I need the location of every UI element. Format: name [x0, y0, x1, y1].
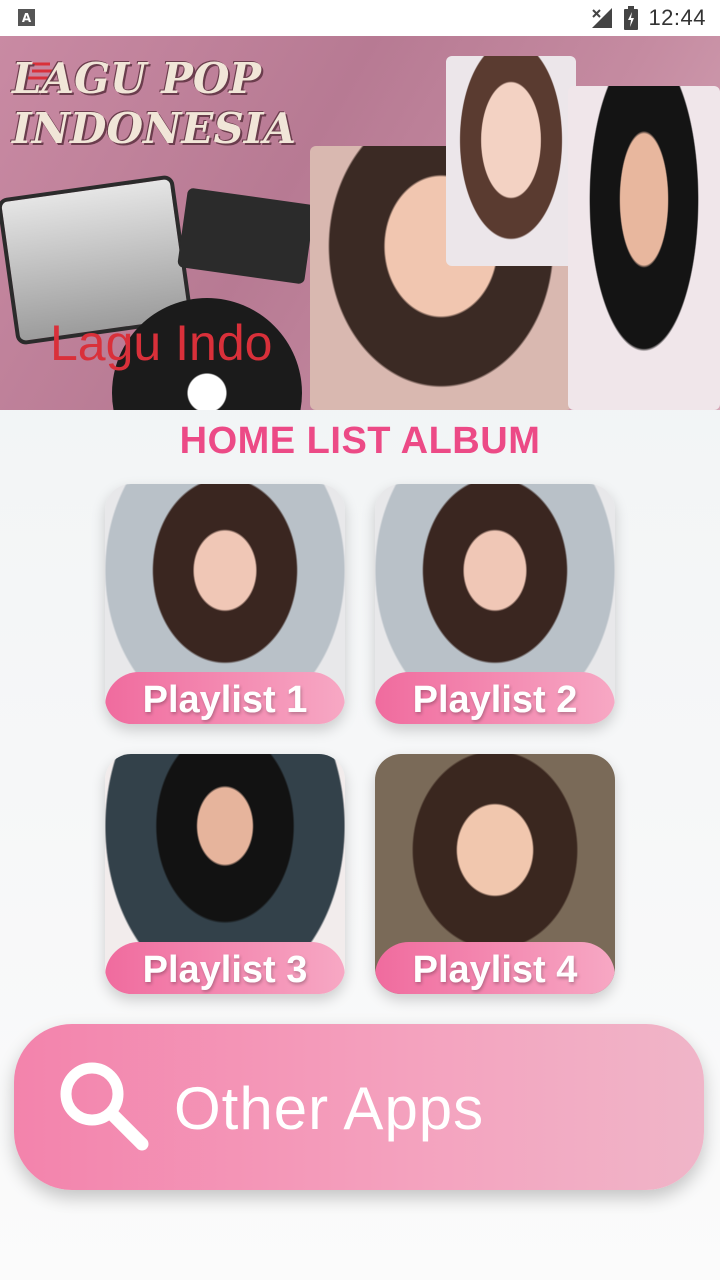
other-apps-label: Other Apps [174, 1075, 485, 1142]
battery-icon [624, 6, 639, 30]
singer-photo [446, 56, 576, 266]
banner-title: LAGU POP INDONESIA [12, 54, 372, 154]
singer-photo [568, 86, 720, 410]
playlist-label: Playlist 1 [142, 679, 308, 721]
search-icon [60, 1062, 149, 1151]
playlist-label: Playlist 2 [412, 679, 578, 721]
banner-title-line2: INDONESIA [12, 104, 297, 153]
playlist-label: Playlist 3 [142, 949, 308, 991]
cassette-illustration [177, 187, 315, 285]
notification-icon: A [18, 9, 35, 26]
playlist-card-4[interactable]: Playlist 4 [375, 754, 615, 994]
header-banner: LAGU POP INDONESIA Lagu Indo [0, 36, 720, 410]
other-apps-button[interactable]: Other Apps [14, 1024, 704, 1190]
status-time: 12:44 [648, 5, 706, 30]
banner-title-line1: LAGU POP [12, 54, 261, 103]
playlist-card-2[interactable]: Playlist 2 [375, 484, 615, 724]
status-bar-right: 12:44 [590, 0, 706, 36]
playlist-card-1[interactable]: Playlist 1 [105, 484, 345, 724]
banner-subtitle: Lagu Indo [50, 315, 273, 371]
playlist-card-3[interactable]: Playlist 3 [105, 754, 345, 994]
page-title: HOME LIST ALBUM [179, 420, 541, 462]
status-bar: A 12:44 [0, 0, 720, 36]
playlist-label: Playlist 4 [412, 949, 578, 991]
signal-icon [592, 8, 613, 28]
